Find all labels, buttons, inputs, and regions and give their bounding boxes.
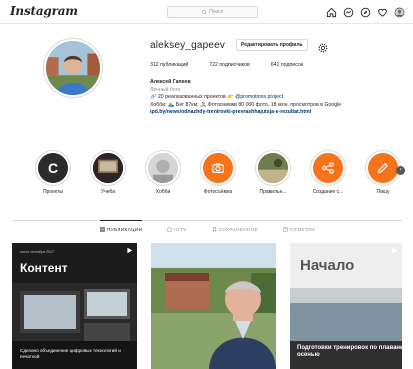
bio-website-link[interactable]: ipd.by/news/odnazhdy-trenirovki-prevrash… [150, 109, 405, 117]
followers-count[interactable]: 722 подписчиков [209, 62, 250, 68]
tab-igtv[interactable]: IGTV [167, 221, 186, 232]
highlight-photography[interactable]: Фотосъёмка [195, 150, 241, 195]
bio-hobbies-text: Хобби: 🏊 Бег 87км; 🚴 Фотоснимки 80 000 ф… [150, 101, 342, 108]
highlight-label: Учеба [100, 189, 116, 195]
highlight-letter: С [38, 153, 68, 183]
bio-projects-text: 20 реализованных проектов [157, 94, 226, 100]
bio-line-projects: 🔗 20 реализованных проектов 👉 @promotion… [150, 94, 405, 102]
top-navigation-bar: Instagram Поиск [0, 0, 413, 24]
grid-icon [100, 227, 105, 232]
posts-count: 312 публикаций [150, 62, 189, 68]
hand-emoji-icon: 👉 [227, 94, 234, 100]
home-icon[interactable] [326, 5, 337, 18]
highlight-label: Пишу [376, 189, 390, 195]
highlight-projects[interactable]: С Проекты [30, 150, 76, 195]
tag-icon [283, 227, 288, 232]
profile-category: Личный блог [150, 86, 181, 93]
tab-posts[interactable]: ПУБЛИКАЦИИ [100, 220, 143, 232]
highlight-label: Фотосъёмка [203, 189, 233, 195]
highlight-study[interactable]: Учеба [85, 150, 131, 195]
profile-stats: 312 публикаций 722 подписчиков 641 подпи… [150, 62, 303, 68]
bio-mention-link[interactable]: @promotions.project [235, 94, 283, 100]
search-placeholder: Поиск [209, 9, 223, 15]
post-tile[interactable]: пятое сентября 2017 Контент Сделано объе… [12, 243, 137, 369]
post-caption: Сделано объединение цифровых технологий … [20, 348, 121, 359]
post-tile[interactable]: Начало Подготовки тренировок по плаванию… [290, 243, 402, 369]
highlight-label: Правильн... [259, 189, 287, 195]
explore-icon[interactable] [360, 5, 371, 18]
tab-tagged[interactable]: ОТМЕТКИ [283, 221, 315, 232]
tab-label: ПУБЛИКАЦИИ [107, 227, 143, 232]
activity-heart-icon[interactable] [377, 5, 388, 17]
profile-tabs: ПУБЛИКАЦИИ IGTV СОХРАНЕННОЕ ОТМЕТКИ [100, 220, 315, 232]
profile-full-name: Алексей Гапеев [150, 79, 191, 85]
post-title: Контент [20, 261, 68, 275]
tab-label: IGTV [174, 227, 187, 232]
following-count[interactable]: 641 подписок [271, 62, 303, 68]
post-title: Начало [300, 257, 355, 274]
post-date: пятое сентября 2017 [20, 250, 54, 254]
highlight-correct-photo [258, 153, 288, 183]
search-icon [202, 9, 207, 15]
bookmark-icon [212, 227, 216, 232]
post-caption: Подготовки тренировок по плаванию осенью [297, 345, 402, 358]
search-input[interactable]: Поиск [167, 6, 258, 18]
pencil-icon [377, 162, 389, 174]
tab-label: ОТМЕТКИ [290, 227, 316, 232]
profile-bio: Алексей Гапеев Личный блог 🔗 20 реализов… [150, 79, 405, 117]
profile-username: aleksey_gapeev [150, 40, 226, 51]
highlight-creation[interactable]: Создание с... [305, 150, 351, 195]
highlight-hobby[interactable]: Хобби [140, 150, 186, 195]
profile-avatar[interactable] [43, 38, 103, 98]
video-icon [392, 247, 398, 254]
share-nodes-icon [322, 162, 334, 174]
highlight-correct[interactable]: Правильн... [250, 150, 296, 195]
settings-gear-icon[interactable] [318, 40, 328, 53]
edit-profile-button[interactable]: Редактировать профиль [236, 39, 308, 51]
highlight-label: Хобби [155, 189, 171, 195]
tab-saved[interactable]: СОХРАНЕННОЕ [212, 221, 259, 232]
post-image [151, 243, 276, 369]
igtv-icon [167, 227, 173, 232]
direct-messages-icon[interactable] [343, 5, 354, 18]
highlights-next-arrow-icon[interactable]: › [396, 166, 405, 175]
profile-photo [46, 41, 100, 95]
instagram-logo[interactable]: Instagram [10, 4, 78, 18]
highlight-study-photo [93, 153, 123, 183]
story-highlights: С Проекты Учеба Хобби Фотосъёмка Правиль… [30, 150, 405, 200]
highlight-hobby-photo [148, 153, 178, 183]
highlight-label: Проекты [42, 189, 64, 195]
profile-avatar-icon[interactable] [394, 5, 405, 18]
highlight-label: Создание с... [312, 189, 344, 195]
tab-label: СОХРАНЕННОЕ [218, 227, 259, 232]
post-tile[interactable] [151, 243, 276, 369]
video-icon [127, 247, 133, 254]
posts-grid: пятое сентября 2017 Контент Сделано объе… [12, 243, 402, 369]
link-emoji-icon: 🔗 [150, 94, 157, 100]
camera-icon [212, 163, 224, 173]
